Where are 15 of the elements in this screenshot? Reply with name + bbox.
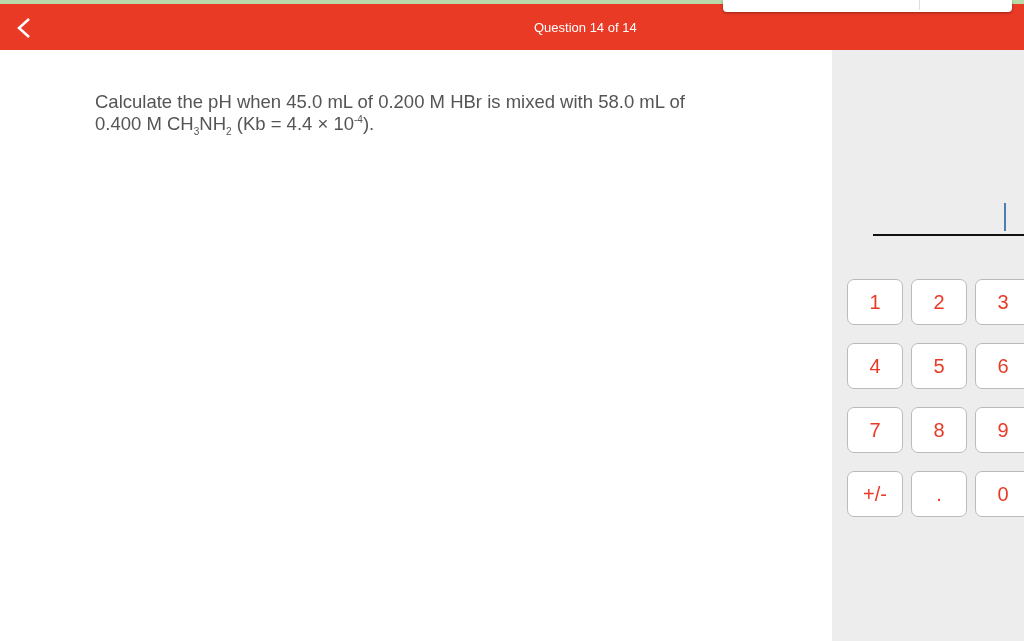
question-text: Calculate the pH when 45.0 mL of 0.200 M HBr is mixed with 58.0 mL of 0.400 M CH$_{3}$NH$_{2}$ (Kb = 4.4 × 10$^{-4}$). [95, 91, 686, 135]
keypad-key[interactable]: . [911, 471, 967, 517]
keypad-key[interactable]: 1 [847, 279, 903, 325]
keypad-key[interactable]: 8 [911, 407, 967, 453]
answer-field[interactable] [873, 201, 1024, 236]
question-counter: Question 14 of 14 [534, 19, 637, 35]
keypad-key[interactable]: 4 [847, 343, 903, 389]
keypad-key[interactable]: 7 [847, 407, 903, 453]
keypad-key[interactable]: +/- [847, 471, 903, 517]
keypad-key[interactable]: 3 [975, 279, 1024, 325]
keypad-key[interactable]: 5 [911, 343, 967, 389]
keypad-key[interactable]: 6 [975, 343, 1024, 389]
keypad-key[interactable]: 2 [911, 279, 967, 325]
keypad-key[interactable]: 0 [975, 471, 1024, 517]
keypad-key[interactable]: 9 [975, 407, 1024, 453]
